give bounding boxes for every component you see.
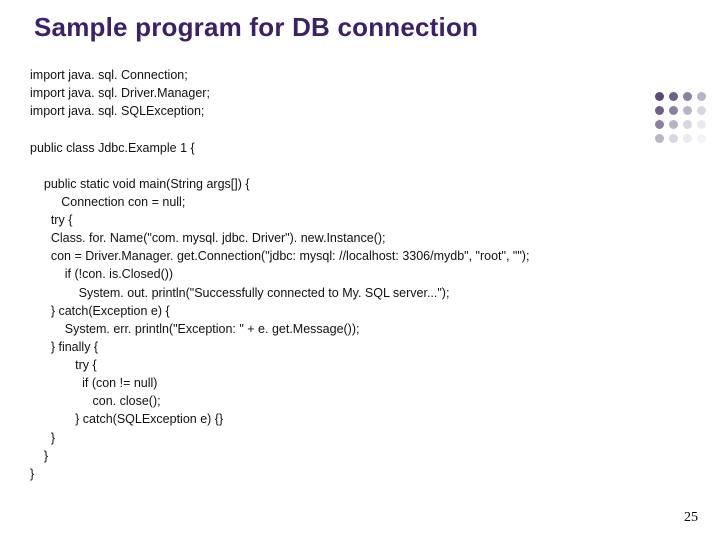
code-line: import java. sql. Driver.Manager; [30,86,210,100]
code-line: con = Driver.Manager. get.Connection("jd… [30,249,529,263]
slide: Sample program for DB connection import … [0,0,720,540]
code-line: import java. sql. Connection; [30,68,188,82]
slide-title: Sample program for DB connection [34,12,478,43]
code-block: import java. sql. Connection; import jav… [30,66,700,483]
code-line: try { [30,213,72,227]
code-line: Class. for. Name("com. mysql. jdbc. Driv… [30,231,386,245]
page-number: 25 [684,510,698,526]
code-line: } [30,431,55,445]
code-line: Connection con = null; [30,195,185,209]
code-line: } catch(SQLException e) {} [30,412,223,426]
code-line: } finally { [30,340,98,354]
code-line: } catch(Exception e) { [30,304,170,318]
code-line: if (con != null) [30,376,157,390]
code-line: try { [30,358,97,372]
code-line: public class Jdbc.Example 1 { [30,141,195,155]
code-line: System. out. println("Successfully conne… [30,286,449,300]
code-line: public static void main(String args[]) { [30,177,250,191]
code-line: } [30,449,48,463]
code-line: import java. sql. SQLException; [30,104,204,118]
code-line: con. close(); [30,394,161,408]
code-line: if (!con. is.Closed()) [30,267,173,281]
code-line: } [30,467,34,481]
code-line: System. err. println("Exception: " + e. … [30,322,359,336]
